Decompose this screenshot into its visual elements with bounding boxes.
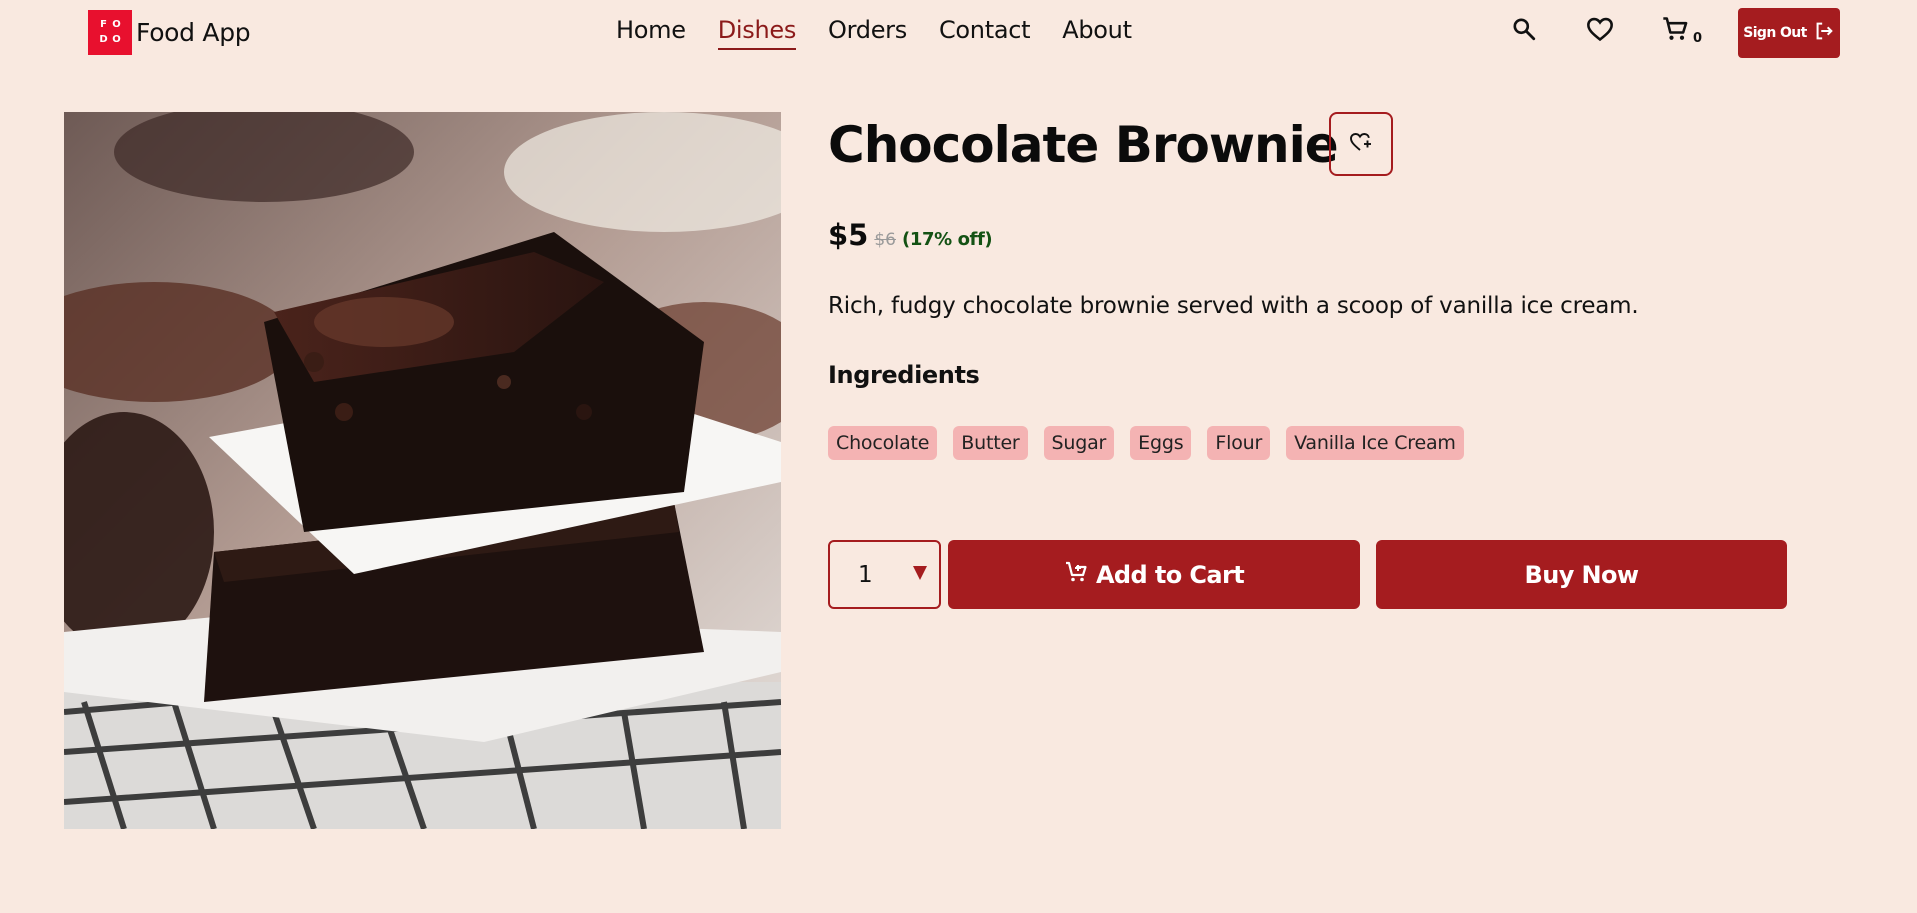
logout-icon: [1813, 20, 1835, 46]
ingredient-tag: Sugar: [1043, 426, 1115, 460]
discount-label: (17% off): [902, 229, 993, 250]
buy-now-label: Buy Now: [1524, 560, 1640, 589]
top-navbar: F O D O Food App Home Dishes Orders Cont…: [0, 0, 1917, 66]
nav-orders[interactable]: Orders: [828, 16, 907, 50]
main-nav: Home Dishes Orders Contact About: [616, 16, 1164, 50]
add-to-cart-button[interactable]: Add to Cart: [948, 540, 1360, 609]
dish-title: Chocolate Brownie: [828, 116, 1339, 174]
search-icon[interactable]: [1509, 14, 1539, 44]
heart-icon[interactable]: [1585, 14, 1615, 44]
cart-count-badge: 0: [1693, 31, 1703, 46]
add-to-cart-label: Add to Cart: [1095, 560, 1245, 589]
dish-description: Rich, fudgy chocolate brownie served wit…: [828, 293, 1639, 319]
ingredient-tag: Chocolate: [828, 426, 938, 460]
quantity-select[interactable]: 1: [828, 540, 941, 609]
ingredient-tags: Chocolate Butter Sugar Eggs Flour Vanill…: [828, 426, 1464, 460]
price-row: $5 $6 (17% off): [828, 218, 993, 252]
nav-home[interactable]: Home: [616, 16, 686, 50]
original-price: $6: [874, 230, 896, 250]
chocolate-brownie-photo: [64, 112, 781, 829]
buy-now-button[interactable]: Buy Now: [1376, 540, 1787, 609]
heart-add-icon: [1349, 131, 1373, 157]
logo-mark: F O D O: [88, 10, 132, 55]
sign-out-button[interactable]: Sign Out: [1738, 8, 1840, 58]
logo-letter: O: [112, 18, 121, 30]
dropdown-arrow-icon: [913, 566, 927, 580]
logo-letter: O: [112, 34, 121, 46]
ingredients-heading: Ingredients: [828, 361, 980, 389]
sign-out-label: Sign Out: [1743, 25, 1807, 41]
add-to-wishlist-button[interactable]: [1329, 112, 1393, 176]
current-price: $5: [828, 218, 869, 252]
nav-about[interactable]: About: [1062, 16, 1132, 50]
cart-plus-icon: [1064, 560, 1088, 590]
logo-letter: F: [100, 18, 107, 30]
nav-dishes[interactable]: Dishes: [717, 16, 796, 50]
brand-name: Food App: [136, 18, 251, 47]
nav-contact[interactable]: Contact: [939, 16, 1031, 50]
logo-letter: D: [99, 34, 108, 46]
cart-icon[interactable]: [1660, 14, 1690, 44]
ingredient-tag: Eggs: [1130, 426, 1192, 460]
brand-logo[interactable]: F O D O Food App: [88, 10, 251, 55]
quantity-value: 1: [858, 561, 873, 588]
ingredient-tag: Butter: [953, 426, 1028, 460]
ingredient-tag: Flour: [1207, 426, 1271, 460]
ingredient-tag: Vanilla Ice Cream: [1286, 426, 1464, 460]
